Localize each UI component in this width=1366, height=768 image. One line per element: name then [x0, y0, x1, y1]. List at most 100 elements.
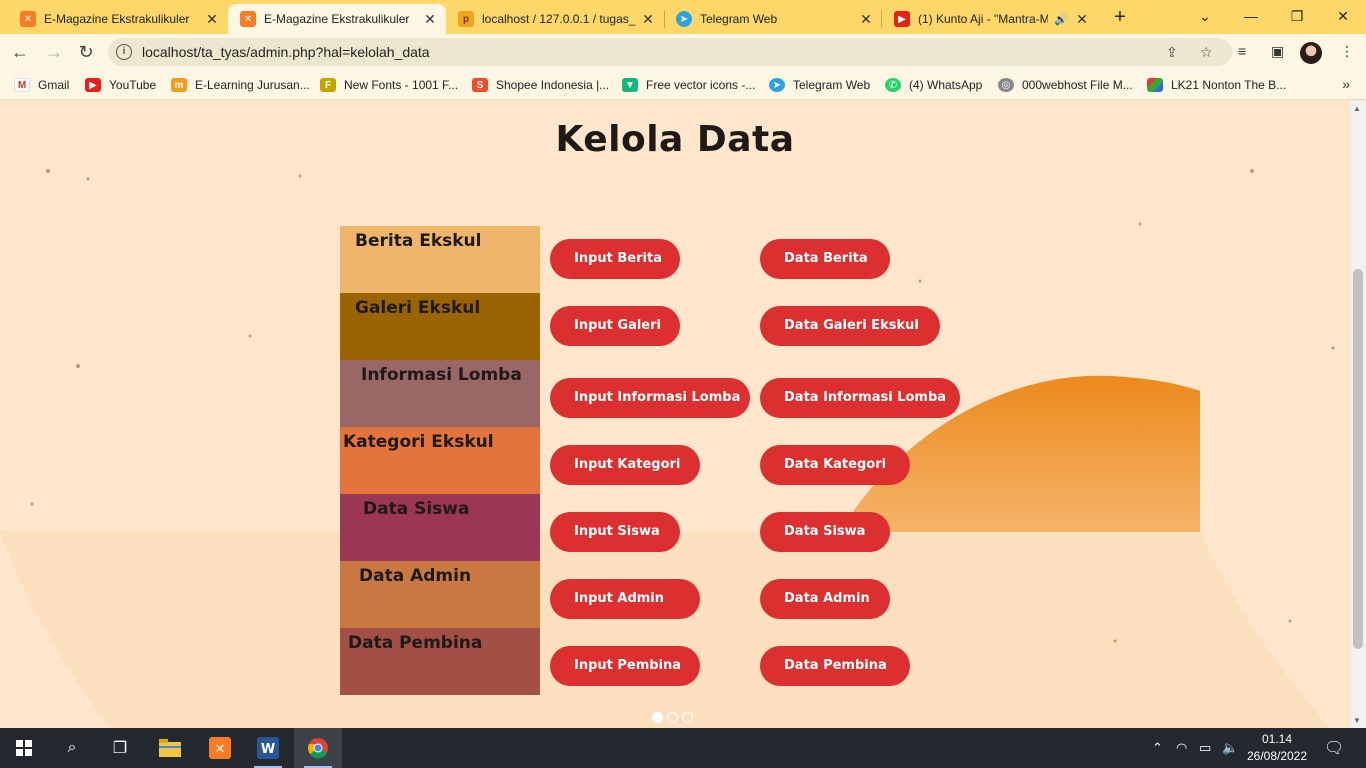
file-explorer-icon[interactable]	[146, 728, 194, 768]
bookmark-label: (4) WhatsApp	[909, 78, 983, 92]
tab-4[interactable]: ▶ (1) Kunto Aji - "Mantra-M 🔊 ✕	[882, 4, 1098, 34]
section-label: Data Siswa	[363, 499, 470, 519]
input-siswa-button[interactable]: Input Siswa	[550, 512, 680, 552]
section-galeri-ekskul: Galeri Ekskul	[340, 293, 540, 360]
reload-icon[interactable]: ↻	[72, 38, 100, 66]
carousel-dot[interactable]	[652, 712, 663, 723]
bookmark-star-icon[interactable]: ☆	[1200, 44, 1213, 61]
bookmark-label: 000webhost File M...	[1022, 78, 1133, 92]
media-control-icon[interactable]: ≡	[1238, 43, 1246, 59]
data-kategori-button[interactable]: Data Kategori	[760, 445, 910, 485]
close-icon[interactable]: ✕	[640, 11, 656, 27]
bookmark-whatsapp[interactable]: ✆ (4) WhatsApp	[885, 76, 982, 94]
scroll-down-icon[interactable]: ▼	[1353, 716, 1361, 725]
scrollbar[interactable]: ▲ ▼	[1350, 101, 1366, 728]
bookmark-gmail[interactable]: M Gmail	[14, 76, 69, 94]
bookmark-label: Telegram Web	[793, 78, 871, 92]
search-icon[interactable]: ⌕	[48, 728, 96, 768]
menu-kebab-icon[interactable]: ⋮	[1340, 43, 1354, 60]
section-label: Data Pembina	[348, 633, 483, 653]
scrollbar-thumb[interactable]	[1353, 269, 1363, 649]
bookmark-lk21[interactable]: LK21 Nonton The B...	[1147, 76, 1286, 94]
input-admin-button[interactable]: Input Admin	[550, 579, 700, 619]
forward-arrow-icon[interactable]: →	[40, 38, 68, 66]
close-icon[interactable]: ✕	[204, 11, 220, 27]
close-icon[interactable]: ✕	[422, 11, 438, 27]
avatar[interactable]	[1300, 42, 1322, 64]
input-pembina-button[interactable]: Input Pembina	[550, 646, 700, 686]
section-data-siswa: Data Siswa	[340, 494, 540, 561]
input-berita-button[interactable]: Input Berita	[550, 239, 680, 279]
word-icon[interactable]: W	[244, 728, 292, 768]
section-data-admin: Data Admin	[340, 561, 540, 628]
bookmark-label: LK21 Nonton The B...	[1171, 78, 1287, 92]
xampp-icon[interactable]: ✕	[196, 728, 244, 768]
svg-text:W: W	[261, 742, 275, 757]
bookmark-youtube[interactable]: ▶ YouTube	[85, 76, 156, 94]
minimize-button[interactable]: —	[1228, 4, 1274, 28]
close-icon[interactable]: ✕	[858, 11, 874, 27]
bookmark-label: Gmail	[38, 78, 70, 92]
url-text: localhost/ta_tyas/admin.php?hal=kelolah_…	[142, 44, 430, 60]
data-berita-button[interactable]: Data Berita	[760, 239, 890, 279]
bookmark-webhost[interactable]: ◎ 000webhost File M...	[998, 76, 1133, 94]
page-title: Kelola Data	[555, 119, 795, 160]
tab-1[interactable]: ✕ E-Magazine Ekstrakulikuler ✕	[228, 4, 446, 34]
volume-icon[interactable]: 🔈	[1222, 740, 1238, 756]
data-pembina-button[interactable]: Data Pembina	[760, 646, 910, 686]
bookmark-telegram[interactable]: ➤ Telegram Web	[769, 76, 870, 94]
battery-icon[interactable]: ▭	[1199, 740, 1211, 756]
bookmark-label: New Fonts - 1001 F...	[344, 78, 459, 92]
data-informasi-lomba-button[interactable]: Data Informasi Lomba	[760, 378, 960, 418]
lk21-icon	[1147, 78, 1163, 92]
bookmark-label: E-Learning Jurusan...	[195, 78, 310, 92]
tab-2[interactable]: p localhost / 127.0.0.1 / tugas_ ✕	[446, 4, 664, 34]
section-data-pembina: Data Pembina	[340, 628, 540, 695]
bookmark-elearning[interactable]: m E-Learning Jurusan...	[171, 76, 310, 94]
tab-0[interactable]: ✕ E-Magazine Ekstrakulikuler ✕	[8, 4, 228, 34]
close-icon[interactable]: ✕	[1074, 11, 1090, 27]
wifi-icon[interactable]: ◠	[1176, 740, 1187, 756]
bookmark-fonts[interactable]: F New Fonts - 1001 F...	[320, 76, 458, 94]
input-galeri-button[interactable]: Input Galeri	[550, 306, 680, 346]
telegram-icon: ➤	[676, 11, 692, 27]
scroll-up-icon[interactable]: ▲	[1353, 104, 1361, 113]
share-icon[interactable]: ⇪	[1166, 44, 1178, 61]
back-arrow-icon[interactable]: ←	[6, 38, 34, 66]
chrome-icon[interactable]	[294, 728, 342, 768]
data-siswa-button[interactable]: Data Siswa	[760, 512, 890, 552]
chevron-up-icon[interactable]: ⌃	[1152, 740, 1163, 756]
address-bar[interactable]: i localhost/ta_tyas/admin.php?hal=kelola…	[108, 38, 1232, 66]
bookmark-shopee[interactable]: S Shopee Indonesia |...	[472, 76, 609, 94]
windows-taskbar: ⌕ ❐ ✕ W ⌃ ◠ ▭ 🔈 01.14 26/08/2022 🗨	[0, 728, 1366, 768]
data-galeri-ekskul-button[interactable]: Data Galeri Ekskul	[760, 306, 940, 346]
tab-3[interactable]: ➤ Telegram Web ✕	[664, 4, 882, 34]
more-bookmarks-icon[interactable]: »	[1342, 76, 1350, 92]
close-window-button[interactable]: ✕	[1320, 4, 1366, 28]
audio-playing-icon[interactable]: 🔊	[1054, 13, 1068, 26]
restore-button[interactable]: ❐	[1274, 4, 1320, 28]
tab-label: E-Magazine Ekstrakulikuler	[264, 12, 410, 26]
windows-start-icon[interactable]	[0, 728, 48, 768]
data-admin-button[interactable]: Data Admin	[760, 579, 890, 619]
bookmark-label: YouTube	[109, 78, 157, 92]
task-view-icon[interactable]: ❐	[96, 728, 144, 768]
section-label: Data Admin	[359, 566, 472, 586]
notification-icon[interactable]: 🗨	[1324, 738, 1344, 758]
tab-label: (1) Kunto Aji - "Mantra-M	[918, 12, 1049, 26]
input-informasi-lomba-button[interactable]: Input Informasi Lomba	[550, 378, 750, 418]
carousel-dot[interactable]	[682, 712, 693, 723]
tab-search-icon[interactable]: ⌄	[1182, 4, 1228, 28]
carousel-dot[interactable]	[667, 712, 678, 723]
section-informasi-lomba: Informasi Lomba	[340, 360, 540, 427]
side-panel-icon[interactable]: ▣	[1271, 43, 1284, 60]
clock[interactable]: 01.14 26/08/2022	[1246, 731, 1308, 765]
new-tab-button[interactable]: +	[1108, 6, 1132, 30]
gmail-icon: M	[14, 78, 30, 92]
site-info-icon[interactable]: i	[116, 44, 132, 60]
input-kategori-button[interactable]: Input Kategori	[550, 445, 700, 485]
phpmyadmin-icon: p	[458, 11, 474, 27]
bookmark-flaticon[interactable]: ▼ Free vector icons -...	[622, 76, 755, 94]
browser-toolbar: ← → ↻ i localhost/ta_tyas/admin.php?hal=…	[0, 34, 1366, 70]
bookmark-label: Free vector icons -...	[646, 78, 756, 92]
